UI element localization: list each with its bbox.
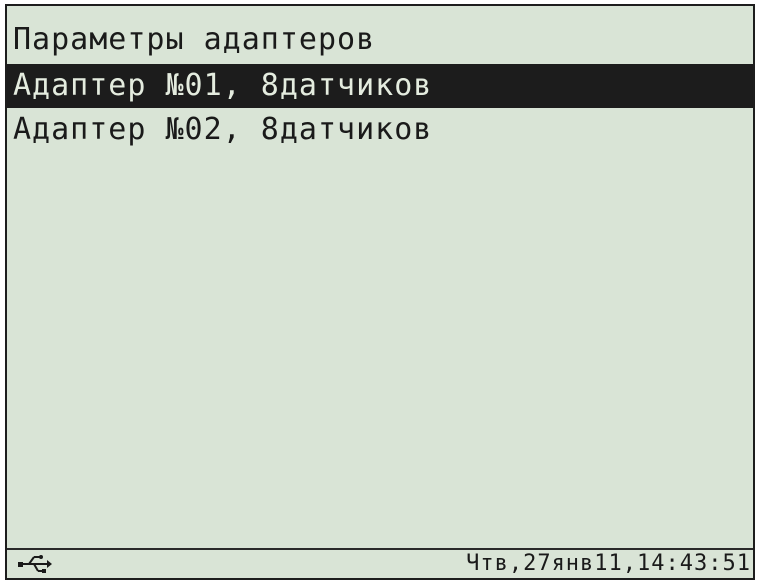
lcd-screen: Параметры адаптеров Адаптер №01, 8датчик… <box>5 4 755 580</box>
datetime-display: Чтв,27янв11,14:43:51 <box>466 551 751 576</box>
usb-icon <box>17 552 53 576</box>
page-title: Параметры адаптеров <box>13 22 376 57</box>
adapter-list: Адаптер №01, 8датчиков Адаптер №02, 8дат… <box>7 64 753 152</box>
adapter-item-02[interactable]: Адаптер №02, 8датчиков <box>7 108 753 152</box>
adapter-item-01[interactable]: Адаптер №01, 8датчиков <box>7 64 753 108</box>
status-bar: Чтв,27янв11,14:43:51 <box>7 548 753 578</box>
